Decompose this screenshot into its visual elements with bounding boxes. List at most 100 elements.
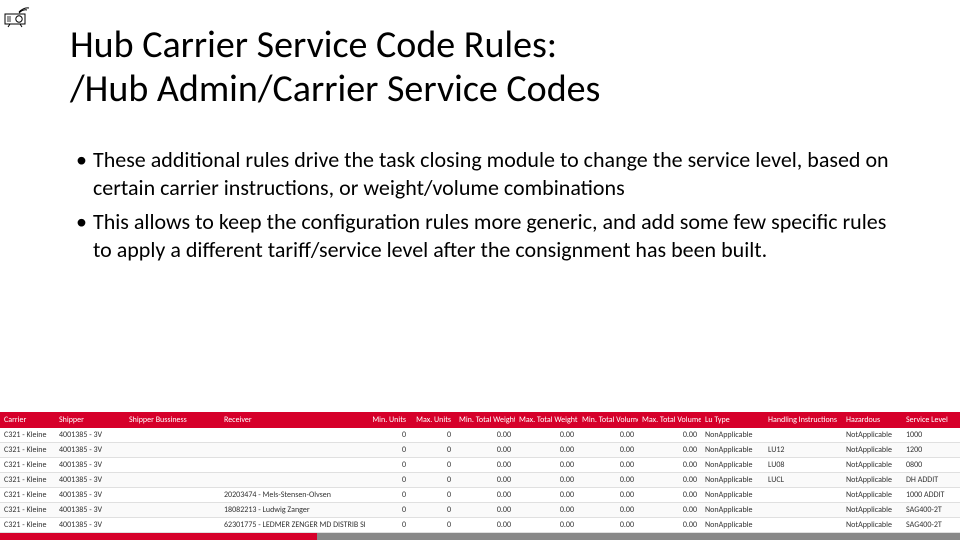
table-cell: LU12 xyxy=(764,443,842,458)
table-cell: NotApplicable xyxy=(842,443,902,458)
table-cell: 0 xyxy=(410,488,455,503)
bullet-dot-icon: • xyxy=(76,208,87,264)
table-row: C321 - Kleine4001385 - 3V 62301775 - LEDM… xyxy=(0,518,960,533)
table-cell xyxy=(220,458,365,473)
table-cell: 0 xyxy=(410,503,455,518)
table-cell: 0 xyxy=(365,443,410,458)
table-header-cell: Max. Units xyxy=(410,412,455,428)
table-cell: 0.00 xyxy=(578,473,638,488)
table-cell: 0 xyxy=(410,473,455,488)
table-cell: 0.00 xyxy=(455,503,515,518)
table-cell: 0.00 xyxy=(578,443,638,458)
table-cell: 0.00 xyxy=(638,473,701,488)
footer-bar-right xyxy=(317,533,960,540)
table-cell xyxy=(220,428,365,443)
table-row: C321 - Kleine4001385 - 3V 20203474 - Mels… xyxy=(0,488,960,503)
table-cell: NonApplicable xyxy=(701,503,764,518)
table-cell: 0 xyxy=(365,473,410,488)
table-cell: 0 xyxy=(410,458,455,473)
table-cell: NonApplicable xyxy=(701,473,764,488)
table-cell: LU08 xyxy=(764,458,842,473)
table-cell: 0 xyxy=(365,458,410,473)
page-title: Hub Carrier Service Code Rules: /Hub Adm… xyxy=(70,24,600,111)
table-cell xyxy=(764,518,842,533)
table-cell: 0 xyxy=(365,503,410,518)
table-cell: NotApplicable xyxy=(842,458,902,473)
table-header-cell: Max. Total Volume xyxy=(638,412,701,428)
bullet-text: These additional rules drive the task cl… xyxy=(93,146,890,202)
rules-table-container: CarrierShipperShipper BussinessReceiverM… xyxy=(0,412,960,540)
table-header-cell: Hazardous xyxy=(842,412,902,428)
table-row: C321 - Kleine4001385 - 3V18082213 - Ludw… xyxy=(0,503,960,518)
projector-icon xyxy=(4,6,32,33)
table-cell: C321 - Kleine xyxy=(0,488,55,503)
table-cell: DH ADDIT xyxy=(902,473,960,488)
table-cell: 0.00 xyxy=(638,428,701,443)
table-header-cell: Receiver xyxy=(220,412,365,428)
table-header-cell: Service Level xyxy=(902,412,960,428)
table-cell: 1200 xyxy=(902,443,960,458)
bullet-dot-icon: • xyxy=(76,146,87,202)
bullet-item: • These additional rules drive the task … xyxy=(70,146,890,202)
table-cell: 0.00 xyxy=(515,443,578,458)
table-cell: C321 - Kleine xyxy=(0,443,55,458)
table-cell xyxy=(125,503,220,518)
table-cell: NonApplicable xyxy=(701,518,764,533)
table-cell: 0.00 xyxy=(515,518,578,533)
table-cell xyxy=(764,428,842,443)
table-cell: 0.00 xyxy=(515,473,578,488)
table-cell: 4001385 - 3V xyxy=(55,518,125,533)
table-cell: 0.00 xyxy=(515,428,578,443)
table-cell: C321 - Kleine xyxy=(0,458,55,473)
table-cell: 0.00 xyxy=(578,503,638,518)
table-cell: NonApplicable xyxy=(701,443,764,458)
table-cell: 4001385 - 3V xyxy=(55,458,125,473)
table-cell: 0.00 xyxy=(455,428,515,443)
table-header-cell: Shipper Bussiness xyxy=(125,412,220,428)
footer-bar-left xyxy=(0,533,317,540)
table-header-cell: Lu Type xyxy=(701,412,764,428)
table-cell: 0.00 xyxy=(638,458,701,473)
table-cell: SAG400-2T xyxy=(902,518,960,533)
table-cell: 1000 ADDIT xyxy=(902,488,960,503)
title-line-1: Hub Carrier Service Code Rules: xyxy=(70,22,557,68)
table-cell: 0.00 xyxy=(455,443,515,458)
table-cell: 0.00 xyxy=(455,518,515,533)
table-row: C321 - Kleine4001385 - 3V000.000.000.000… xyxy=(0,458,960,473)
table-cell: NotApplicable xyxy=(842,488,902,503)
table-cell: LUCL xyxy=(764,473,842,488)
table-cell: 0.00 xyxy=(455,458,515,473)
table-cell: 0 xyxy=(365,488,410,503)
table-cell: NonApplicable xyxy=(701,488,764,503)
table-cell: 0 xyxy=(365,428,410,443)
table-cell: SAG400-2T xyxy=(902,503,960,518)
table-cell xyxy=(764,488,842,503)
table-cell xyxy=(125,428,220,443)
table-cell xyxy=(125,473,220,488)
rules-table: CarrierShipperShipper BussinessReceiverM… xyxy=(0,412,960,533)
table-cell: 4001385 - 3V xyxy=(55,503,125,518)
table-header-cell: Handling Instructions xyxy=(764,412,842,428)
table-cell: 0 xyxy=(410,518,455,533)
table-header-cell: Shipper xyxy=(55,412,125,428)
table-cell: C321 - Kleine xyxy=(0,428,55,443)
table-cell: 4001385 - 3V xyxy=(55,488,125,503)
table-row: C321 - Kleine4001385 - 3V000.000.000.000… xyxy=(0,473,960,488)
table-cell: C321 - Kleine xyxy=(0,518,55,533)
table-header-cell: Max. Total Weight xyxy=(515,412,578,428)
table-cell xyxy=(764,503,842,518)
table-row: C321 - Kleine4001385 - 3V000.000.000.000… xyxy=(0,428,960,443)
table-cell: 0.00 xyxy=(515,488,578,503)
table-cell: 0 xyxy=(365,518,410,533)
table-cell: 0.00 xyxy=(638,443,701,458)
table-header-cell: Min. Total Volume xyxy=(578,412,638,428)
table-cell: 0.00 xyxy=(638,503,701,518)
table-cell: 0.00 xyxy=(515,458,578,473)
table-cell: 0.00 xyxy=(455,488,515,503)
table-cell: 0.00 xyxy=(578,488,638,503)
table-cell: 20203474 - Mels-Stensen-Olvsen xyxy=(220,488,365,503)
table-cell: 0 xyxy=(410,428,455,443)
table-cell: NonApplicable xyxy=(701,428,764,443)
table-cell: 1000 xyxy=(902,428,960,443)
table-cell: 62301775 - LEDMER ZENGER MD DISTRIB SERV… xyxy=(220,518,365,533)
